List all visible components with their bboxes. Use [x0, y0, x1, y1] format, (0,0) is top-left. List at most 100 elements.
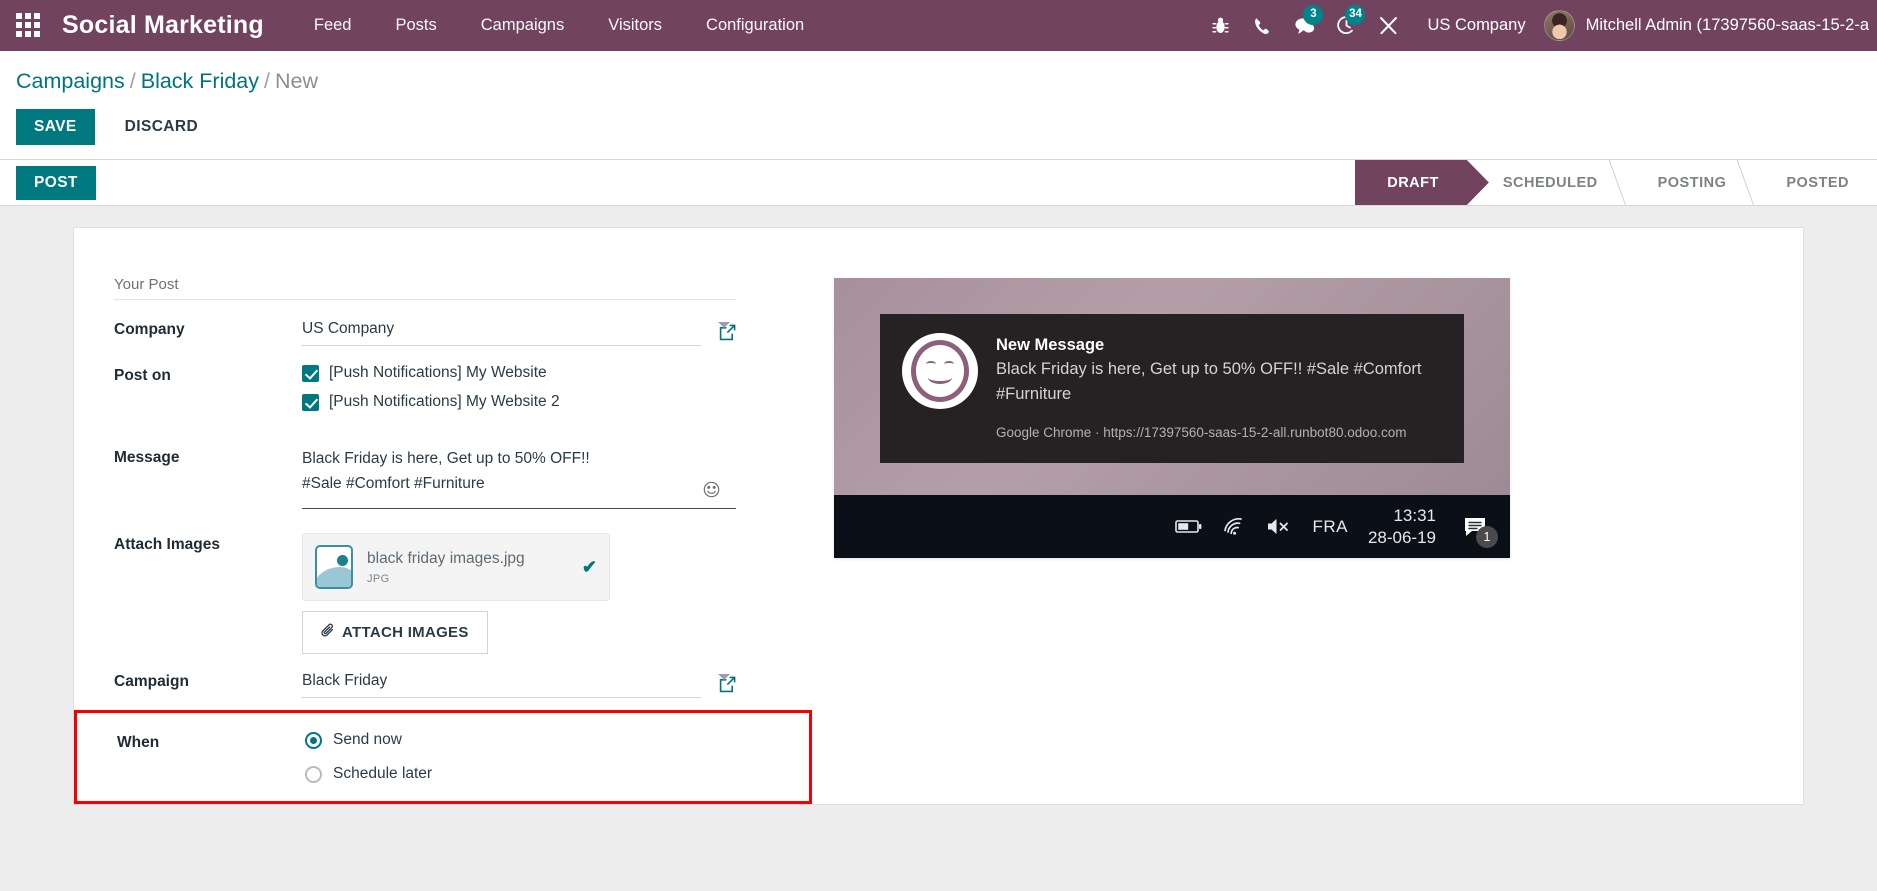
notification-title: New Message [996, 336, 1105, 354]
check-icon: ✔ [581, 556, 597, 577]
label-campaign: Campaign [114, 673, 189, 690]
checkbox-my-website[interactable] [302, 364, 319, 382]
account-option-1[interactable]: [Push Notifications] My Website [302, 364, 834, 382]
field-row-campaign: Campaign [114, 670, 834, 698]
messages-badge: 3 [1303, 5, 1324, 25]
push-notification-preview: New Message Black Friday is here, Get up… [834, 278, 1510, 558]
breadcrumb-black-friday[interactable]: Black Friday [141, 69, 259, 93]
app-brand-title[interactable]: Social Marketing [62, 11, 264, 40]
apps-grid-icon[interactable] [16, 12, 42, 39]
file-meta: black friday images.jpg JPG [367, 549, 574, 585]
account-option-2[interactable]: [Push Notifications] My Website 2 [302, 393, 834, 411]
sheet-background: Your Post Company US Company Post on [Pu… [0, 206, 1877, 891]
when-option-send-now[interactable]: Send now [305, 731, 809, 749]
field-row-message: Message Black Friday is here, Get up to … [114, 446, 834, 509]
wifi-icon[interactable] [1222, 517, 1246, 536]
value-post-on: [Push Notifications] My Website [Push No… [302, 364, 834, 422]
company-switcher[interactable]: US Company [1409, 16, 1543, 35]
attached-file-card[interactable]: black friday images.jpg JPG ✔ [302, 533, 610, 601]
breadcrumb: Campaigns / Black Friday / New [0, 69, 1877, 94]
menu-item-campaigns[interactable]: Campaigns [459, 2, 586, 49]
form-column: Your Post Company US Company Post on [Pu… [74, 268, 834, 804]
navbar-systray: 3 34 US Company Mitchell Admin (17397560… [1199, 0, 1877, 51]
paperclip-icon [321, 623, 335, 642]
label-post-on: Post on [114, 367, 171, 384]
field-row-attach-images: Attach Images black friday images.jpg JP… [114, 533, 834, 654]
checkbox-my-website-2[interactable] [302, 393, 319, 411]
account-label-my-website[interactable]: [Push Notifications] My Website [329, 364, 547, 382]
form-group-title: Your Post [114, 276, 736, 300]
company-input[interactable] [302, 318, 701, 346]
status-row: POST DRAFT SCHEDULED POSTING POSTED [0, 160, 1877, 206]
radio-label-send-now[interactable]: Send now [333, 731, 402, 749]
radio-schedule-later[interactable] [305, 765, 322, 783]
phone-icon[interactable] [1241, 0, 1283, 51]
desktop-wallpaper: New Message Black Friday is here, Get up… [834, 278, 1510, 495]
taskbar-language[interactable]: FRA [1312, 517, 1348, 537]
preview-column: New Message Black Friday is here, Get up… [834, 268, 1803, 804]
message-textarea[interactable]: Black Friday is here, Get up to 50% OFF!… [302, 446, 736, 509]
attach-images-button-label: ATTACH IMAGES [342, 624, 469, 641]
breadcrumb-current: New [275, 69, 319, 93]
value-attach-images: black friday images.jpg JPG ✔ ATTACH IMA… [302, 533, 834, 654]
activities-clock-icon[interactable]: 34 [1325, 0, 1367, 51]
attach-images-button[interactable]: ATTACH IMAGES [302, 611, 488, 654]
battery-icon[interactable] [1175, 519, 1202, 534]
bug-icon[interactable] [1199, 0, 1241, 51]
chevron-down-icon[interactable] [718, 322, 730, 328]
tools-icon[interactable] [1367, 0, 1409, 51]
messages-icon[interactable]: 3 [1283, 0, 1325, 51]
radio-send-now[interactable] [305, 731, 322, 749]
discard-button[interactable]: DISCARD [107, 109, 216, 145]
radio-label-schedule-later[interactable]: Schedule later [333, 765, 432, 783]
image-file-icon [315, 545, 353, 589]
windows-taskbar: FRA 13:31 28-06-19 1 [834, 495, 1510, 558]
label-company: Company [114, 321, 185, 338]
value-campaign [302, 670, 834, 698]
notification-center-icon[interactable]: 1 [1456, 509, 1498, 548]
user-name-label: Mitchell Admin (17397560-saas-15-2-a [1585, 16, 1869, 34]
top-navbar: Social Marketing Feed Posts Campaigns Vi… [0, 0, 1877, 51]
value-company [302, 318, 834, 346]
menu-item-posts[interactable]: Posts [373, 2, 458, 49]
breadcrumb-campaigns[interactable]: Campaigns [16, 69, 125, 93]
when-highlight-box: When Send now Schedule later [74, 710, 812, 804]
smiley-face-icon [911, 340, 969, 402]
message-line-1: Black Friday is here, Get up to 50% OFF!… [302, 450, 590, 467]
label-when: When [117, 734, 160, 751]
volume-muted-icon[interactable] [1266, 517, 1292, 536]
chevron-down-icon[interactable] [718, 674, 730, 680]
menu-item-configuration[interactable]: Configuration [684, 2, 826, 49]
user-menu[interactable]: Mitchell Admin (17397560-saas-15-2-a [1543, 10, 1877, 41]
status-pipeline: DRAFT SCHEDULED POSTING POSTED [1355, 160, 1877, 205]
campaign-input[interactable] [302, 670, 701, 698]
field-row-company: Company [114, 318, 834, 346]
status-stage-draft[interactable]: DRAFT [1355, 160, 1467, 205]
when-option-schedule-later[interactable]: Schedule later [305, 765, 809, 783]
breadcrumb-separator-2: / [264, 69, 271, 93]
notification-body: New Message Black Friday is here, Get up… [996, 333, 1442, 442]
menu-item-visitors[interactable]: Visitors [586, 2, 684, 49]
notification-text: Black Friday is here, Get up to 50% OFF!… [996, 360, 1422, 403]
form-sheet: Your Post Company US Company Post on [Pu… [73, 227, 1804, 805]
message-line-2: #Sale #Comfort #Furniture [302, 475, 485, 492]
company-combo[interactable] [302, 318, 736, 346]
save-button[interactable]: SAVE [16, 109, 95, 145]
post-button[interactable]: POST [16, 165, 96, 200]
label-attach-images: Attach Images [114, 536, 220, 553]
taskbar-time: 13:31 [1393, 505, 1436, 525]
account-label-my-website-2[interactable]: [Push Notifications] My Website 2 [329, 393, 560, 411]
menu-item-feed[interactable]: Feed [292, 2, 374, 49]
avatar [1543, 10, 1575, 41]
emoji-smiley-icon[interactable] [703, 481, 720, 502]
file-type: JPG [367, 573, 390, 585]
control-panel: Campaigns / Black Friday / New SAVE DISCARD [0, 51, 1877, 160]
taskbar-clock[interactable]: 13:31 28-06-19 [1368, 505, 1436, 549]
campaign-combo[interactable] [302, 670, 736, 698]
field-row-when: When Send now Schedule later [117, 731, 809, 783]
notification-count: 1 [1476, 525, 1498, 548]
taskbar-date: 28-06-19 [1367, 527, 1436, 547]
status-stage-scheduled[interactable]: SCHEDULED [1466, 160, 1626, 205]
value-message: Black Friday is here, Get up to 50% OFF!… [302, 446, 834, 509]
main-menu: Feed Posts Campaigns Visitors Configurat… [292, 2, 826, 49]
